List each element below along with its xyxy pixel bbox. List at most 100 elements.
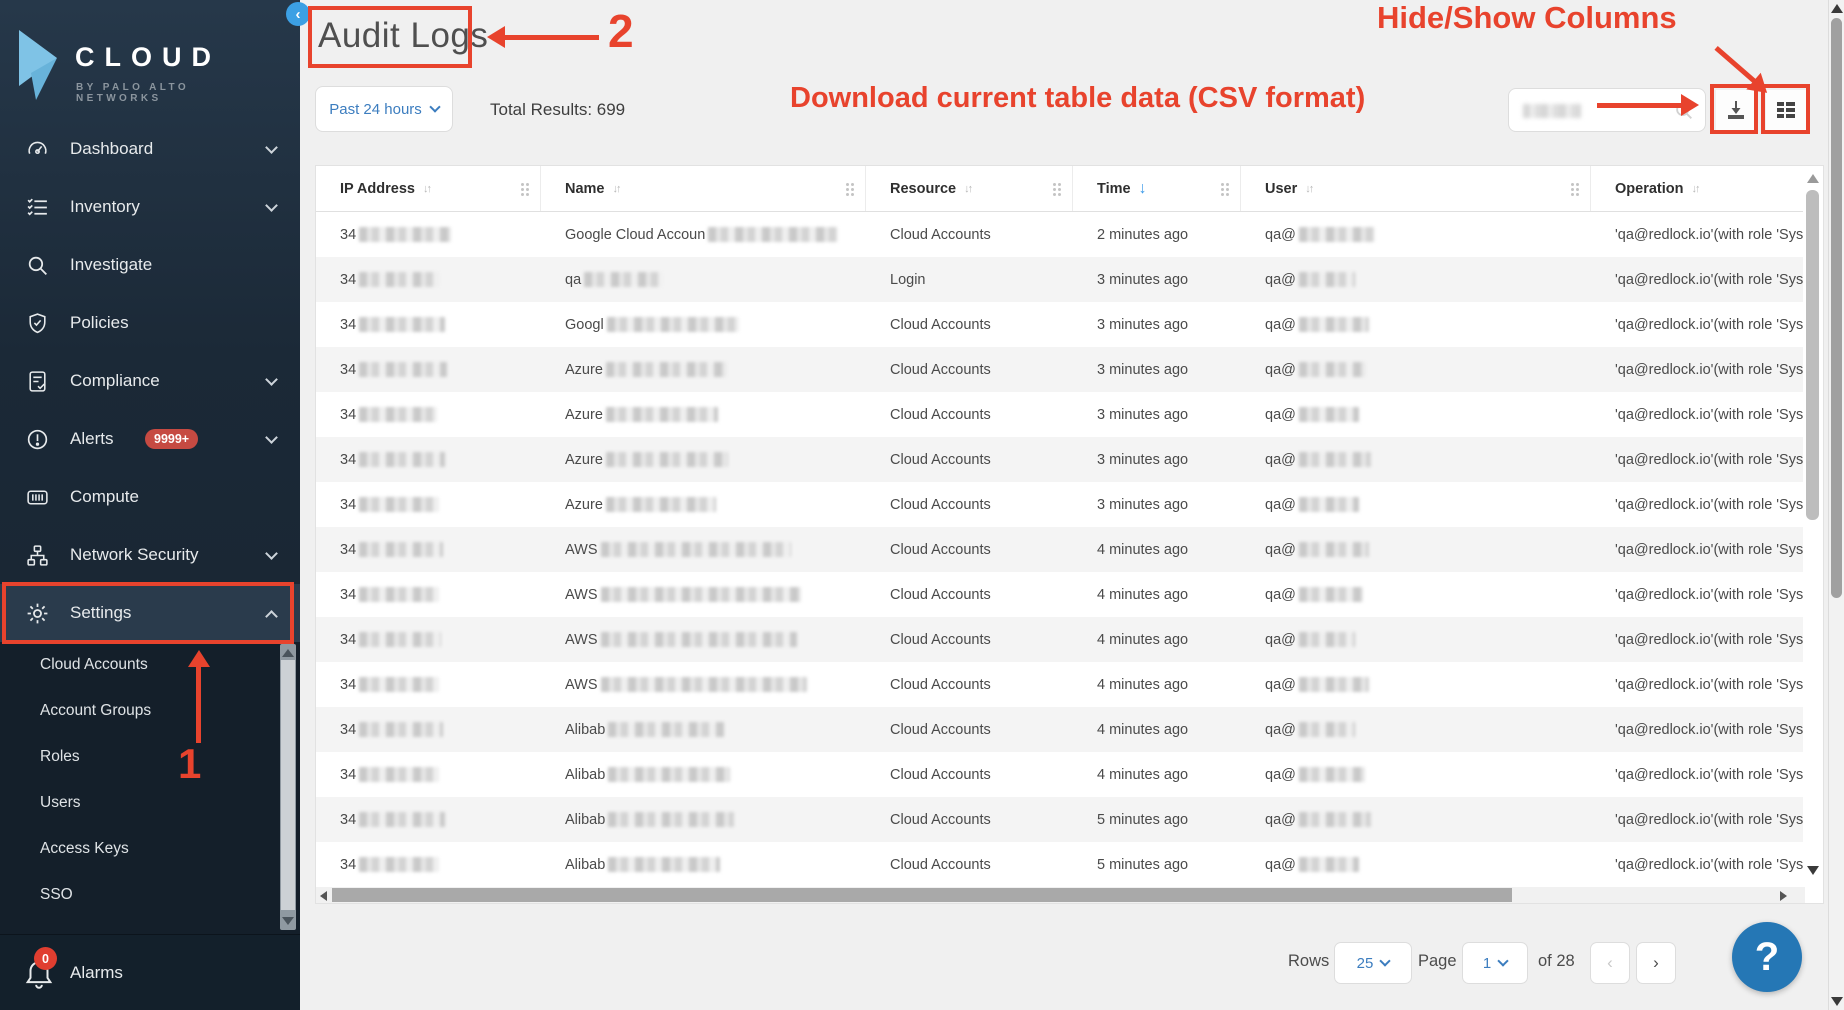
page-select[interactable]: 1 (1462, 942, 1528, 984)
rows-per-page-select[interactable]: 25 (1334, 942, 1412, 984)
scroll-left-icon[interactable] (320, 891, 327, 901)
column-header-ip-address[interactable]: IP Address↓↑ (316, 166, 541, 211)
redacted-ip (359, 362, 447, 377)
column-header-user[interactable]: User↓↑ (1241, 166, 1591, 211)
submenu-item-users[interactable]: Users (0, 780, 300, 826)
table-hscroll-thumb[interactable] (332, 888, 1512, 902)
scroll-up-icon[interactable] (1807, 174, 1819, 183)
sort-icon[interactable]: ↓↑ (423, 183, 430, 195)
column-header-time[interactable]: Time↓ (1073, 166, 1241, 211)
column-drag-handle-icon[interactable] (521, 183, 524, 186)
time-filter-dropdown[interactable]: Past 24 hours (315, 86, 453, 132)
submenu-item-account-groups[interactable]: Account Groups (0, 688, 300, 734)
table-horizontal-scrollbar[interactable] (316, 887, 1805, 903)
sort-desc-icon[interactable]: ↓ (1139, 180, 1147, 198)
cell-ip-address: 34 (316, 392, 541, 437)
table-row[interactable]: 34 AWS Cloud Accounts 4 minutes ago qa@ … (316, 527, 1823, 572)
cell-resource: Cloud Accounts (866, 752, 1073, 797)
column-drag-handle-icon[interactable] (846, 183, 849, 186)
sidebar-item-policies[interactable]: Policies (0, 294, 300, 352)
table-row[interactable]: 34 Alibab Cloud Accounts 4 minutes ago q… (316, 752, 1823, 797)
sidebar-item-network-security[interactable]: Network Security (0, 526, 300, 584)
column-drag-handle-icon[interactable] (1221, 183, 1224, 186)
table-row[interactable]: 34 Azure Cloud Accounts 3 minutes ago qa… (316, 482, 1823, 527)
scroll-up-icon[interactable] (282, 649, 294, 657)
scroll-down-icon[interactable] (1807, 866, 1819, 875)
column-header-name[interactable]: Name↓↑ (541, 166, 866, 211)
sort-icon[interactable]: ↓↑ (964, 183, 971, 195)
sidebar: CLOUD BY PALO ALTO NETWORKS Dashboard In… (0, 0, 300, 1010)
alarms-count-badge: 0 (34, 947, 57, 970)
annotation-arrow-line (504, 35, 599, 40)
search-input[interactable] (1508, 88, 1706, 132)
help-button[interactable]: ? (1732, 922, 1802, 992)
redacted-name (608, 722, 724, 737)
sidebar-item-dashboard[interactable]: Dashboard (0, 120, 300, 178)
settings-submenu: Cloud AccountsAccount GroupsRolesUsersAc… (0, 642, 300, 934)
cell-operation: 'qa@redlock.io'(with role 'Syste (1591, 212, 1823, 257)
cell-time: 4 minutes ago (1073, 662, 1241, 707)
column-drag-handle-icon[interactable] (1571, 183, 1574, 186)
chevron-down-icon (1380, 955, 1391, 966)
column-header-resource[interactable]: Resource↓↑ (866, 166, 1073, 211)
redacted-user (1299, 272, 1355, 287)
cell-time: 3 minutes ago (1073, 437, 1241, 482)
table-row[interactable]: 34 Alibab Cloud Accounts 4 minutes ago q… (316, 707, 1823, 752)
next-page-button[interactable]: › (1636, 942, 1676, 984)
submenu-item-sso[interactable]: SSO (0, 872, 300, 918)
redacted-name (601, 542, 791, 557)
table-body: 34 Google Cloud Accoun Cloud Accounts 2 … (316, 212, 1823, 887)
sort-icon[interactable]: ↓↑ (1691, 183, 1698, 195)
sort-icon[interactable]: ↓↑ (613, 183, 620, 195)
cell-time: 3 minutes ago (1073, 482, 1241, 527)
submenu-scroll-thumb[interactable] (281, 660, 295, 910)
submenu-item-roles[interactable]: Roles (0, 734, 300, 780)
cell-user: qa@ (1241, 347, 1591, 392)
sidebar-item-investigate[interactable]: Investigate (0, 236, 300, 294)
cell-name: Azure (541, 437, 866, 482)
table-row[interactable]: 34 Azure Cloud Accounts 3 minutes ago qa… (316, 347, 1823, 392)
chevron-down-icon (265, 547, 278, 560)
sidebar-item-inventory[interactable]: Inventory (0, 178, 300, 236)
annotation-arrow-left-icon (487, 26, 505, 48)
table-row[interactable]: 34 Azure Cloud Accounts 3 minutes ago qa… (316, 392, 1823, 437)
table-scroll-thumb[interactable] (1806, 190, 1819, 520)
table-row[interactable]: 34 Alibab Cloud Accounts 5 minutes ago q… (316, 797, 1823, 842)
scroll-down-icon[interactable] (282, 917, 294, 925)
cell-operation: 'qa@redlock.io'(with role 'Syste (1591, 437, 1823, 482)
sort-icon[interactable]: ↓↑ (1305, 183, 1312, 195)
previous-page-button[interactable]: ‹ (1590, 942, 1630, 984)
cell-operation: 'qa@redlock.io'(with role 'Syste (1591, 662, 1823, 707)
table-row[interactable]: 34 AWS Cloud Accounts 4 minutes ago qa@ … (316, 617, 1823, 662)
table-row[interactable]: 34 Google Cloud Accoun Cloud Accounts 2 … (316, 212, 1823, 257)
table-row[interactable]: 34 qa Login 3 minutes ago qa@ 'qa@redloc… (316, 257, 1823, 302)
sidebar-collapse-button[interactable]: ‹ (286, 2, 310, 26)
submenu-item-cloud-accounts[interactable]: Cloud Accounts (0, 642, 300, 688)
cell-ip-address: 34 (316, 212, 541, 257)
logo-title: CLOUD (75, 42, 221, 73)
redacted-name (601, 587, 801, 602)
column-header-operation[interactable]: Operation↓↑ (1591, 166, 1823, 211)
table-row[interactable]: 34 Googl Cloud Accounts 3 minutes ago qa… (316, 302, 1823, 347)
scroll-down-icon[interactable] (1831, 997, 1843, 1006)
table-row[interactable]: 34 AWS Cloud Accounts 4 minutes ago qa@ … (316, 662, 1823, 707)
cell-user: qa@ (1241, 212, 1591, 257)
submenu-scrollbar[interactable] (280, 644, 296, 930)
redacted-ip (359, 677, 439, 692)
redacted-user (1299, 857, 1359, 872)
sidebar-item-alarms[interactable]: 0 Alarms (0, 934, 300, 1010)
sidebar-item-compliance[interactable]: Compliance (0, 352, 300, 410)
sidebar-item-compute[interactable]: Compute (0, 468, 300, 526)
cell-operation: 'qa@redlock.io'(with role 'Syste (1591, 752, 1823, 797)
table-row[interactable]: 34 AWS Cloud Accounts 4 minutes ago qa@ … (316, 572, 1823, 617)
table-row[interactable]: 34 Alibab Cloud Accounts 5 minutes ago q… (316, 842, 1823, 887)
column-drag-handle-icon[interactable] (1053, 183, 1056, 186)
table-row[interactable]: 34 Azure Cloud Accounts 3 minutes ago qa… (316, 437, 1823, 482)
page-scrollbar[interactable] (1828, 0, 1844, 1010)
table-vertical-scrollbar[interactable] (1803, 166, 1823, 887)
scroll-right-icon[interactable] (1780, 891, 1787, 901)
sidebar-item-alerts[interactable]: Alerts 9999+ (0, 410, 300, 468)
submenu-item-access-keys[interactable]: Access Keys (0, 826, 300, 872)
scroll-up-icon[interactable] (1831, 4, 1843, 13)
page-scroll-thumb[interactable] (1831, 18, 1842, 598)
